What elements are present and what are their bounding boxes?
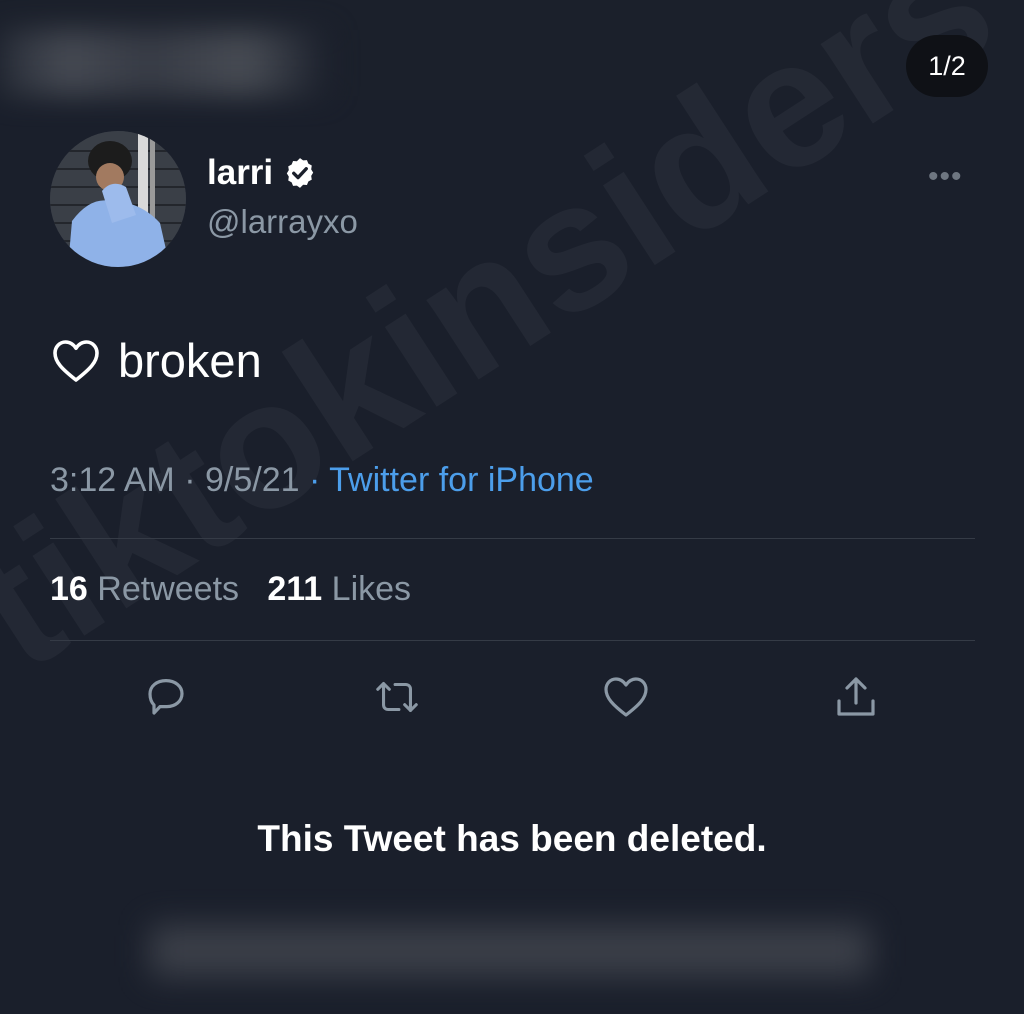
tweet-source-link[interactable]: Twitter for iPhone xyxy=(329,461,594,499)
blurred-header-area xyxy=(0,30,330,96)
divider xyxy=(50,538,975,539)
profile-photo xyxy=(50,131,186,267)
deleted-notice: This Tweet has been deleted. xyxy=(257,818,767,859)
meta-separator: · xyxy=(184,461,196,499)
tweet-body: broken xyxy=(118,334,262,387)
divider xyxy=(50,640,975,641)
outline-heart-icon xyxy=(53,339,99,382)
tweet-stats: 16 Retweets 211 Likes xyxy=(50,570,411,609)
retweet-button[interactable] xyxy=(372,672,422,722)
retweets-count: 16 xyxy=(50,570,88,608)
likes-stat[interactable]: 211 Likes xyxy=(267,570,411,608)
avatar[interactable] xyxy=(50,131,186,267)
display-name[interactable]: larri xyxy=(207,153,317,193)
tweet-date: 9/5/21 xyxy=(204,461,300,499)
display-name-text: larri xyxy=(207,153,274,192)
tweet-meta: 3:12 AM · 9/5/21 · Twitter for iPhone xyxy=(50,461,594,500)
blurred-footer-area xyxy=(150,925,870,977)
reply-button[interactable] xyxy=(141,672,191,722)
retweets-label: Retweets xyxy=(97,570,240,608)
share-icon xyxy=(837,677,875,716)
like-button[interactable] xyxy=(601,672,651,722)
meta-separator: · xyxy=(308,461,321,499)
tweet-text: broken xyxy=(52,333,262,388)
tweet-time: 3:12 AM xyxy=(50,461,175,499)
likes-label: Likes xyxy=(331,570,412,608)
share-button[interactable] xyxy=(831,672,881,722)
retweets-stat[interactable]: 16 Retweets xyxy=(50,570,239,608)
more-options-icon[interactable]: ••• xyxy=(928,160,963,194)
likes-count: 211 xyxy=(267,570,323,608)
retweet-icon xyxy=(376,682,418,712)
like-icon xyxy=(604,677,648,717)
user-handle[interactable]: @larrayxo xyxy=(207,203,358,241)
page-indicator[interactable]: 1/2 xyxy=(906,35,988,97)
verified-badge-icon xyxy=(286,158,314,188)
reply-icon xyxy=(148,679,184,715)
